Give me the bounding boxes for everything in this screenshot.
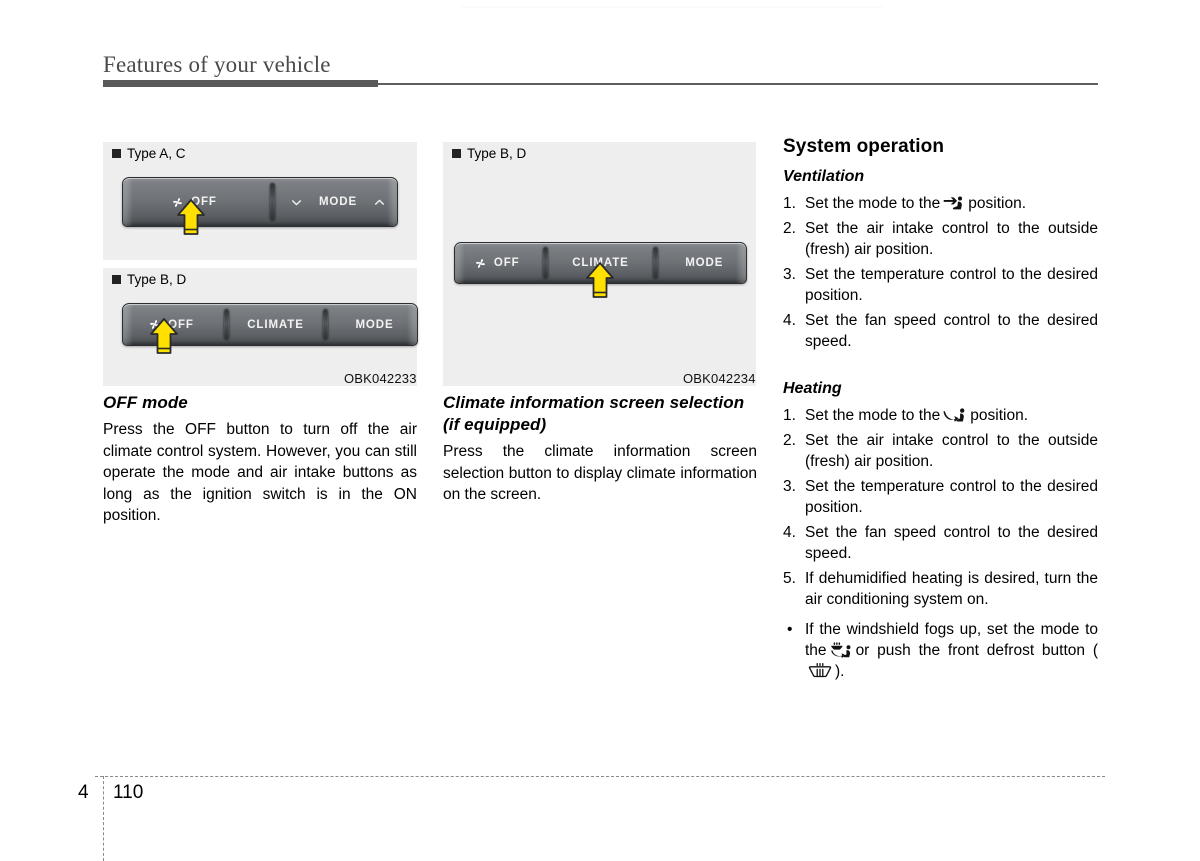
footer-page-number: 110 (113, 782, 144, 803)
climate-control-panel-a: OFF MODE (122, 177, 398, 227)
step-text-before: Set the mode to the (805, 407, 941, 424)
climate-button[interactable]: CLIMATE (233, 304, 318, 345)
panel-divider (219, 304, 233, 345)
mode-button-group[interactable]: MODE (279, 178, 397, 226)
system-operation-heading: System operation (783, 136, 945, 157)
header-rule-thin (378, 83, 1098, 85)
climate-info-paragraph: Press the climate information screen sel… (443, 443, 757, 503)
footer-chapter-number: 4 (78, 782, 89, 803)
front-defrost-icon (808, 663, 832, 678)
mode-button[interactable]: MODE (332, 304, 417, 345)
note-text-part2: or push the front defrost button ( (855, 642, 1098, 659)
list-item: 4. Set the fan speed control to the desir… (783, 522, 1098, 564)
figure-label-type-a-c: Type A, C (112, 146, 186, 161)
page-title: Features of your vehicle (103, 52, 331, 77)
list-item: 2. Set the air intake control to the outs… (783, 430, 1098, 472)
step-number: 2. (783, 220, 796, 237)
ventilation-steps: 1. Set the mode to the position. 2. Set th… (783, 193, 1098, 352)
floor-vent-icon (943, 408, 965, 422)
figure-type-a-c: Type A, C OFF MODE (103, 142, 417, 260)
bullet-dot: • (787, 621, 793, 638)
step-text-after: position. (968, 195, 1027, 212)
mode-button-label: MODE (355, 318, 394, 331)
page-header: Features of your vehicle (103, 52, 1098, 78)
square-bullet-icon (452, 149, 461, 158)
callout-arrow-up (586, 262, 614, 298)
square-bullet-icon (112, 149, 121, 158)
callout-arrow-up (150, 318, 178, 354)
panel-divider (265, 178, 279, 226)
figure-label-text: Type A, C (127, 146, 186, 161)
list-item: 2. Set the air intake control to the outs… (783, 218, 1098, 260)
step-text: Set the fan speed control to the desired… (805, 524, 1098, 562)
list-item: 1. Set the mode to the position. (783, 193, 1098, 214)
step-text: Set the air intake control to the outsid… (805, 432, 1098, 470)
ventilation-heading: Ventilation (783, 168, 865, 185)
mode-button[interactable]: MODE (663, 243, 746, 283)
list-item: 3. Set the temperature control to the des… (783, 476, 1098, 518)
square-bullet-icon (112, 275, 121, 284)
top-trim-rule (462, 6, 882, 8)
figure-label-type-b-d-right: Type B, D (452, 146, 526, 161)
step-number: 2. (783, 432, 796, 449)
footer-rule-horizontal (95, 776, 1105, 777)
off-mode-heading: OFF mode (103, 393, 188, 412)
heating-notes: • If the windshield fogs up, set the mode… (783, 619, 1098, 682)
step-number: 4. (783, 312, 796, 329)
step-text: If dehumidified heating is desired, turn… (805, 570, 1098, 608)
step-number: 3. (783, 266, 796, 283)
fan-icon (475, 258, 485, 268)
step-text-before: Set the mode to the (805, 195, 941, 212)
step-text: Set the air intake control to the outsid… (805, 220, 1098, 258)
list-item: 3. Set the temperature control to the des… (783, 264, 1098, 306)
mode-button-label: MODE (685, 257, 724, 269)
step-text: Set the temperature control to the desir… (805, 478, 1098, 516)
list-item: 1. Set the mode to the position. (783, 405, 1098, 426)
defrost-floor-icon (830, 642, 851, 658)
step-text-after: position. (970, 407, 1029, 424)
step-number: 1. (783, 195, 796, 212)
figure-type-b-d-right: Type B, D OFF CLIMATE MODE (443, 142, 756, 386)
step-number: 4. (783, 524, 796, 541)
note-text-part3: ). (835, 663, 845, 680)
heating-heading: Heating (783, 380, 842, 397)
step-text: Set the fan speed control to the desired… (805, 312, 1098, 350)
heating-steps: 1. Set the mode to the position. 2. Set th… (783, 405, 1098, 610)
callout-arrow-up (177, 199, 205, 235)
figure-label-type-b-d-left: Type B, D (112, 272, 186, 287)
figure-code-right: OBK042234 (683, 371, 756, 386)
column-off-mode: OFF mode Press the OFF button to turn of… (103, 392, 417, 527)
chevron-up-icon[interactable] (373, 196, 386, 209)
step-number: 3. (783, 478, 796, 495)
list-item: 4. Set the fan speed control to the desir… (783, 310, 1098, 352)
climate-info-heading: Climate information screen selection (if… (443, 393, 745, 434)
column-climate-info: Climate information screen selection (if… (443, 392, 757, 506)
figure-code-left: OBK042233 (344, 371, 417, 386)
column-system-operation: System operation Ventilation 1. Set the m… (783, 135, 1098, 686)
step-number: 5. (783, 570, 796, 587)
list-item: 5. If dehumidified heating is desired, tu… (783, 568, 1098, 610)
face-vent-icon (944, 196, 963, 210)
panel-divider (538, 243, 552, 283)
figure-label-text: Type B, D (467, 146, 527, 161)
chevron-down-icon[interactable] (290, 196, 303, 209)
figure-label-text: Type B, D (127, 272, 187, 287)
off-button-label: OFF (493, 257, 520, 269)
list-item: • If the windshield fogs up, set the mode… (783, 619, 1098, 682)
off-mode-paragraph: Press the OFF button to turn off the air… (103, 421, 417, 524)
mode-button-label: MODE (318, 196, 358, 208)
off-button[interactable]: OFF (455, 243, 538, 283)
header-rule-thick (103, 80, 378, 87)
climate-button-label: CLIMATE (247, 318, 304, 331)
footer-rule-vertical (103, 776, 104, 861)
step-text: Set the temperature control to the desir… (805, 266, 1098, 304)
step-number: 1. (783, 407, 796, 424)
figure-type-b-d-left: Type B, D OFF CLIMATE MODE (103, 268, 418, 386)
panel-divider (318, 304, 332, 345)
panel-divider (649, 243, 663, 283)
